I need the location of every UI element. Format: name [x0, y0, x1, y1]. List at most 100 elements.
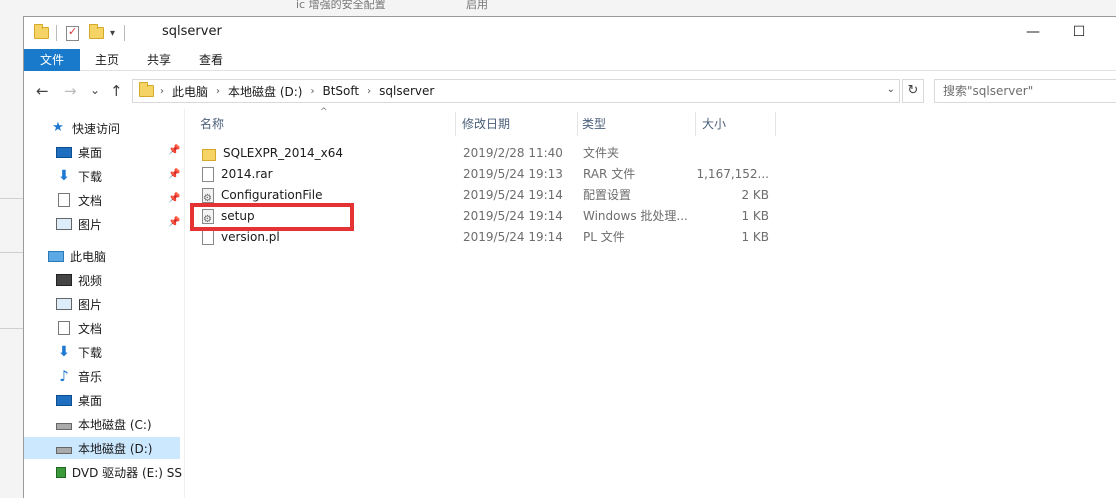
sep [124, 24, 125, 42]
nav-label: 本地磁盘 (C:) [78, 417, 152, 432]
nav-label: DVD 驱动器 (E:) SS [71, 465, 182, 480]
file-size [691, 143, 769, 164]
nav-item-pictures[interactable]: 图片 [56, 293, 102, 315]
address-bar[interactable]: › 此电脑 › 本地磁盘 (D:) › BtSoft › sqlserver ⌄ [132, 79, 900, 103]
document-icon [58, 321, 70, 335]
forward-arrow-icon[interactable]: → [64, 82, 77, 100]
nav-label: 桌面 [78, 145, 103, 160]
video-icon [56, 274, 72, 286]
chevron-right-icon[interactable]: › [212, 86, 224, 97]
window-title: sqlserver [162, 24, 222, 39]
explorer-window: ▾ sqlserver — ☐ 文件 主页 共享 查看 ← → ⌄ ↑ › 此电… [23, 16, 1116, 498]
file-row[interactable]: 2014.rar 2019/5/24 19:13 RAR 文件 1,167,15… [199, 164, 779, 185]
file-date: 2019/5/24 19:14 [463, 230, 563, 244]
tab-view[interactable]: 查看 [190, 49, 232, 71]
computer-icon [48, 250, 64, 262]
nav-item-videos[interactable]: 视频 [56, 269, 102, 291]
desktop-icon [56, 394, 72, 406]
maximize-button[interactable]: ☐ [1056, 17, 1102, 47]
archive-icon [202, 167, 214, 182]
nav-quick-access[interactable]: ★ 快速访问 [50, 117, 120, 139]
pin-icon[interactable]: 📌 [168, 193, 180, 204]
file-type: RAR 文件 [583, 167, 636, 181]
tab-home[interactable]: 主页 [86, 49, 128, 71]
nav-item-dvd-drive[interactable]: DVD 驱动器 (E:) SS [56, 461, 182, 483]
properties-icon[interactable] [66, 24, 79, 42]
title-bar: ▾ sqlserver — ☐ [24, 17, 1116, 49]
file-type: 配置设置 [583, 188, 632, 202]
recent-locations-icon[interactable]: ⌄ [90, 83, 100, 97]
picture-icon [56, 298, 72, 310]
column-header-size[interactable]: 大小 [686, 112, 776, 136]
file-icon [202, 230, 214, 245]
star-icon: ★ [52, 120, 64, 135]
music-icon: ♪ [59, 367, 69, 385]
folder-icon [202, 148, 216, 161]
nav-item-downloads[interactable]: ⬇ 下载 [56, 165, 102, 187]
chevron-down-icon[interactable]: ⌄ [887, 84, 895, 95]
file-date: 2019/2/28 11:40 [463, 146, 563, 160]
breadcrumb-drive-d[interactable]: 本地磁盘 (D:) [224, 83, 306, 100]
download-icon: ⬇ [58, 168, 70, 184]
file-row[interactable]: SQLEXPR_2014_x64 2019/2/28 11:40 文件夹 [199, 143, 779, 164]
drive-icon [56, 423, 72, 430]
file-type: PL 文件 [583, 230, 625, 244]
annotation-highlight-box [190, 203, 354, 231]
up-arrow-icon[interactable]: ↑ [110, 82, 123, 100]
pin-icon[interactable]: 📌 [168, 145, 180, 156]
file-size: 1 KB [741, 230, 769, 244]
refresh-button[interactable]: ↻ [902, 79, 924, 103]
nav-label: 视频 [78, 273, 103, 288]
file-type: 文件夹 [583, 146, 620, 160]
sep [56, 24, 57, 42]
tab-share[interactable]: 共享 [138, 49, 180, 71]
breadcrumb-this-pc[interactable]: 此电脑 [168, 83, 212, 100]
tab-file[interactable]: 文件 [24, 49, 80, 71]
breadcrumb-btsoft[interactable]: BtSoft [318, 84, 363, 98]
chevron-right-icon[interactable]: › [306, 86, 318, 97]
customize-toolbar-icon[interactable]: ▾ [110, 24, 115, 42]
nav-item-drive-c[interactable]: 本地磁盘 (C:) [56, 413, 152, 435]
chevron-right-icon[interactable]: › [156, 86, 168, 97]
chevron-right-icon[interactable]: › [363, 86, 375, 97]
nav-item-documents[interactable]: 文档 [56, 317, 102, 339]
download-icon: ⬇ [58, 344, 70, 360]
file-date: 2019/5/24 19:14 [463, 188, 563, 202]
file-name: 2014.rar [221, 167, 273, 181]
nav-label: 文档 [78, 193, 103, 208]
background-left [0, 16, 24, 498]
column-header-date[interactable]: 修改日期 [446, 112, 578, 136]
background-text: 启用 [466, 0, 488, 11]
nav-item-downloads[interactable]: ⬇ 下载 [56, 341, 102, 363]
sort-ascending-icon: ^ [320, 107, 328, 117]
nav-label: 快速访问 [72, 121, 121, 136]
search-input[interactable]: 搜索"sqlserver" [934, 79, 1116, 103]
file-type: Windows 批处理... [583, 209, 688, 223]
pane-divider[interactable] [184, 109, 185, 498]
back-arrow-icon[interactable]: ← [36, 82, 49, 100]
folder-icon [139, 82, 154, 97]
minimize-button[interactable]: — [1010, 17, 1056, 47]
nav-item-desktop[interactable]: 桌面 [56, 389, 102, 411]
breadcrumb-sqlserver[interactable]: sqlserver [375, 84, 438, 98]
nav-this-pc[interactable]: 此电脑 [48, 245, 106, 267]
new-folder-icon[interactable] [89, 24, 104, 42]
pin-icon[interactable]: 📌 [168, 169, 180, 180]
pin-icon[interactable]: 📌 [168, 217, 180, 228]
nav-label: 音乐 [78, 369, 103, 384]
nav-label: 本地磁盘 (D:) [78, 441, 153, 456]
nav-item-documents[interactable]: 文档 [56, 189, 102, 211]
desktop-icon [56, 146, 72, 158]
nav-item-pictures[interactable]: 图片 [56, 213, 102, 235]
navigation-bar: ← → ⌄ ↑ › 此电脑 › 本地磁盘 (D:) › BtSoft › sql… [24, 77, 1116, 105]
drive-icon [56, 447, 72, 454]
config-icon [202, 188, 214, 206]
column-header-type[interactable]: 类型 [566, 112, 696, 136]
file-size: 2 KB [741, 188, 769, 202]
picture-icon [56, 218, 72, 230]
nav-item-music[interactable]: ♪ 音乐 [56, 365, 102, 387]
navigation-pane: ★ 快速访问 桌面 📌 ⬇ 下载 📌 文档 📌 图片 📌 此电脑 视频 图片 文… [24, 109, 184, 498]
file-size: 1 KB [741, 209, 769, 223]
nav-item-desktop[interactable]: 桌面 [56, 141, 102, 163]
nav-item-drive-d[interactable]: 本地磁盘 (D:) [24, 437, 180, 459]
